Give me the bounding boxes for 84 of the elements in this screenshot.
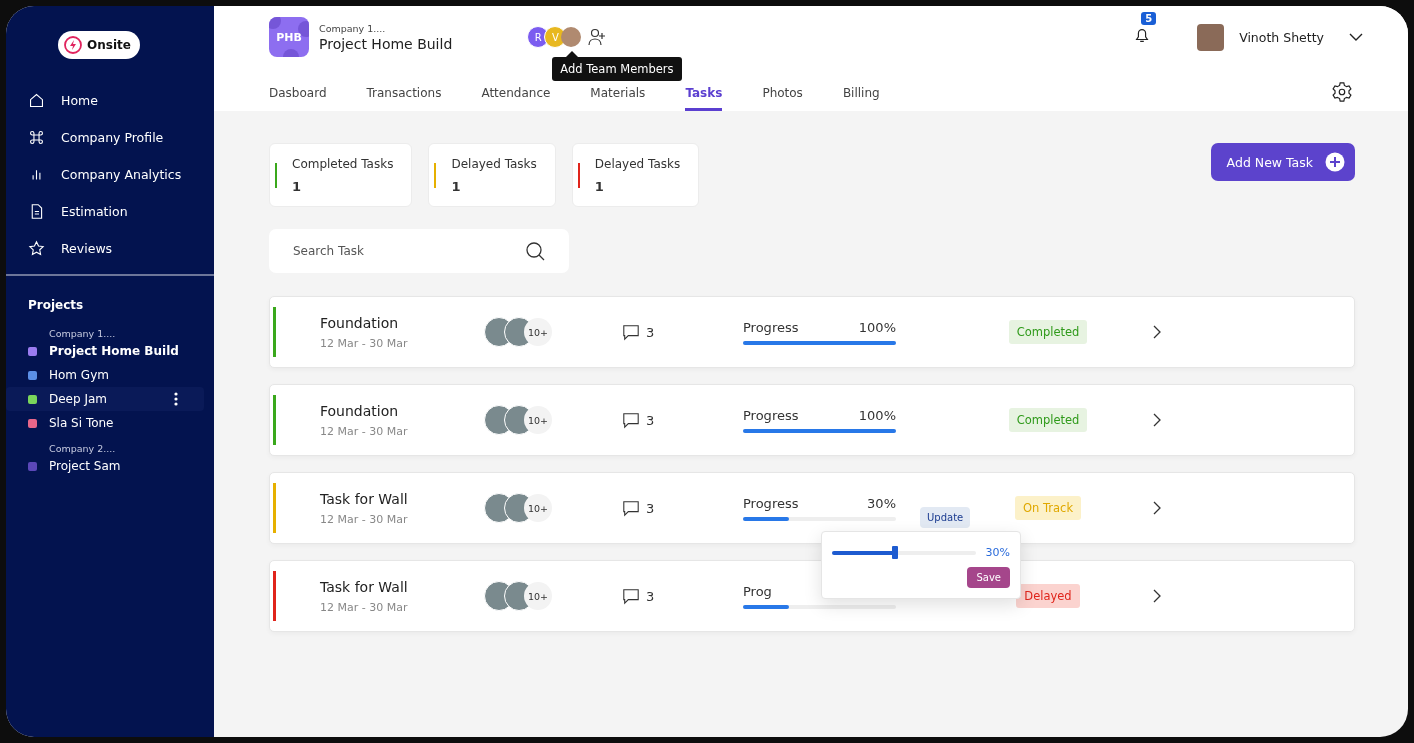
comment-count: 3: [646, 588, 655, 604]
add-task-button[interactable]: Add New Task: [1210, 143, 1355, 181]
task-title: Foundation: [320, 314, 400, 331]
progress-value: 100%: [858, 407, 896, 423]
task-title: Foundation: [320, 402, 400, 419]
tab[interactable]: Attendance: [481, 86, 551, 111]
stat-value: 1: [292, 178, 303, 194]
task-card[interactable]: Foundation 12 Mar - 30 Mar 10+ 3 Progress 100% Completed: [269, 296, 1355, 368]
member-count: 10+: [524, 318, 552, 346]
tab[interactable]: Dasboard: [269, 86, 327, 111]
task-title: Task for Wall: [320, 578, 409, 595]
project-item[interactable]: Deep Jam: [6, 387, 204, 411]
nav-item[interactable]: Reviews: [28, 237, 214, 260]
settings-icon[interactable]: [1331, 81, 1353, 103]
stat-value: 1: [594, 178, 605, 194]
star-icon: [28, 240, 45, 257]
stat-label: Completed Tasks: [292, 156, 394, 171]
tab[interactable]: Tasks: [685, 86, 723, 111]
tab[interactable]: Photos: [762, 86, 803, 111]
add-person-icon[interactable]: [587, 27, 608, 47]
task-dates: 12 Mar - 30 Mar: [320, 424, 409, 438]
member-count: 10+: [524, 406, 552, 434]
stat-value: 1: [451, 178, 462, 194]
plus-icon: [1325, 152, 1345, 172]
tab[interactable]: Billing: [842, 86, 880, 111]
project-item[interactable]: Project Home Build: [6, 339, 204, 363]
member-count: 10+: [524, 494, 552, 522]
task-card[interactable]: Task for Wall 12 Mar - 30 Mar 10+ 3 Progress 30% Update On Track: [269, 472, 1355, 544]
search-icon[interactable]: [525, 241, 545, 261]
update-button[interactable]: Update: [920, 507, 971, 528]
tab[interactable]: Transactions: [366, 86, 442, 111]
project-logo: PHB: [269, 17, 309, 57]
task-dates: 12 Mar - 30 Mar: [320, 336, 409, 350]
status-tag: On Track: [1014, 496, 1082, 520]
task-card[interactable]: Foundation 12 Mar - 30 Mar 10+ 3 Progress 100% Completed: [269, 384, 1355, 456]
stat-label: Delayed Tasks: [451, 156, 537, 171]
project-item[interactable]: Sla Si Tone: [6, 411, 204, 435]
tooltip: Add Team Members: [552, 51, 682, 81]
nav-item[interactable]: Estimation: [28, 200, 214, 223]
progress-label: Progress: [743, 495, 799, 511]
command-icon: [28, 129, 45, 146]
project-item[interactable]: Hom Gym: [6, 363, 204, 387]
task-title: Task for Wall: [320, 490, 409, 507]
tab[interactable]: Materials: [590, 86, 646, 111]
save-button[interactable]: Save: [967, 567, 1010, 588]
task-dates: 12 Mar - 30 Mar: [320, 512, 409, 526]
status-tag: Completed: [1008, 320, 1088, 344]
comment-count: 3: [646, 500, 655, 516]
project-title: Project Home Build: [319, 35, 453, 52]
member-count: 10+: [524, 582, 552, 610]
comment-icon[interactable]: [622, 587, 640, 605]
comment-count: 3: [646, 412, 655, 428]
nav-item[interactable]: Company Profile: [28, 126, 214, 149]
user-photo[interactable]: [1197, 23, 1225, 51]
home-icon: [28, 92, 45, 109]
user-name[interactable]: Vinoth Shetty: [1239, 29, 1324, 45]
company-label: Company 2....: [49, 443, 117, 454]
bolt-icon: [63, 35, 83, 55]
progress-value: 100%: [858, 319, 896, 335]
status-tag: Delayed: [1016, 584, 1080, 608]
nav-item[interactable]: Company Analytics: [28, 163, 214, 186]
comment-icon[interactable]: [622, 323, 640, 341]
slider-handle[interactable]: [892, 545, 899, 559]
stat-label: Delayed Tasks: [594, 156, 681, 171]
company-label: Company 1....: [49, 328, 117, 339]
progress-value: 30%: [867, 495, 896, 511]
task-dates: 12 Mar - 30 Mar: [320, 600, 409, 614]
search-field[interactable]: Search Task: [269, 229, 569, 273]
project-item[interactable]: Project Sam: [6, 454, 204, 478]
comment-count: 3: [646, 324, 655, 340]
nav-item[interactable]: Home: [28, 89, 214, 112]
member-photo[interactable]: [561, 27, 582, 47]
progress-label: Progress: [743, 407, 799, 423]
more-icon[interactable]: [174, 392, 178, 406]
comment-icon[interactable]: [622, 499, 640, 517]
app-logo[interactable]: Onsite: [58, 31, 140, 59]
notification-count: 5: [1141, 12, 1157, 25]
status-tag: Completed: [1008, 408, 1088, 432]
progress-label: Progress: [743, 319, 799, 335]
section-heading: Projects: [28, 298, 85, 312]
comment-icon[interactable]: [622, 411, 640, 429]
slider-value: 30%: [985, 546, 1010, 559]
progress-label: Prog: [743, 583, 772, 599]
company-name: Company 1....: [319, 22, 387, 34]
